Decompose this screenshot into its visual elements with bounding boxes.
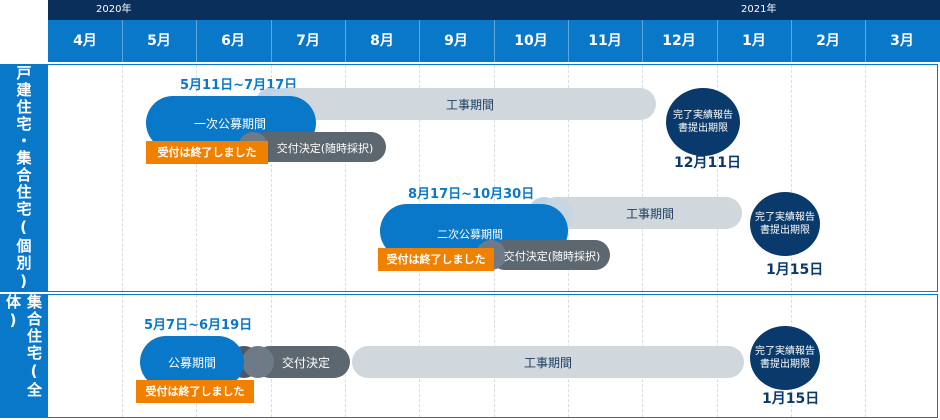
- month-may: 5月: [147, 33, 171, 49]
- decision-label: 交付決定: [281, 356, 330, 370]
- grid-line: [865, 295, 866, 417]
- deadline-title: 完了実績報告 書提出期限: [755, 345, 815, 371]
- month-aug: 8月: [370, 33, 394, 49]
- deadline-date: 12月11日: [674, 155, 741, 171]
- month-divider: [122, 20, 123, 62]
- month-divider: [271, 20, 272, 62]
- deadline-date: 1月15日: [762, 391, 820, 407]
- year-label-2020: 2020年: [96, 4, 132, 15]
- month-nov: 11月: [588, 33, 622, 49]
- month-dec: 12月: [662, 33, 696, 49]
- month-divider: [345, 20, 346, 62]
- month-apr: 4月: [73, 33, 97, 49]
- month-divider: [865, 20, 866, 62]
- month-divider: [791, 20, 792, 62]
- deadline-title: 完了実績報告 書提出期限: [755, 211, 815, 237]
- grid-line: [791, 65, 792, 291]
- month-feb: 2月: [816, 33, 840, 49]
- construction-label: 工事期間: [523, 356, 572, 370]
- month-jul: 7月: [296, 33, 320, 49]
- phase2-date-range: 8月17日~10月30日: [408, 187, 535, 202]
- month-divider: [196, 20, 197, 62]
- decision-label: 交付決定(随時採択): [503, 250, 601, 263]
- month-divider: [568, 20, 569, 62]
- grid-line: [122, 295, 123, 417]
- construction-label: 工事期間: [445, 98, 494, 112]
- grid-line: [865, 65, 866, 291]
- closed-badge: 受付は終了しました: [146, 141, 268, 164]
- decision-label: 交付決定(随時採択): [276, 142, 374, 155]
- deadline-title: 完了実績報告 書提出期限: [673, 109, 733, 135]
- month-divider: [717, 20, 718, 62]
- month-divider: [642, 20, 643, 62]
- month-divider: [419, 20, 420, 62]
- month-jan: 1月: [742, 33, 766, 49]
- deadline-circle: 完了実績報告 書提出期限: [666, 88, 740, 156]
- deadline-circle: 完了実績報告 書提出期限: [750, 192, 820, 256]
- row-label-individual: 戸建住宅・集合住宅(個別): [0, 64, 48, 292]
- row2-date-range: 5月7日~6月19日: [144, 318, 253, 333]
- row-label-whole: 集合住宅(全体): [0, 294, 48, 418]
- grid-line: [122, 65, 123, 291]
- deadline-date: 1月15日: [766, 262, 824, 278]
- deadline-circle: 完了実績報告 書提出期限: [750, 326, 820, 390]
- month-jun: 6月: [221, 33, 245, 49]
- application-period-label: 公募期間: [167, 356, 216, 370]
- month-oct: 10月: [514, 33, 548, 49]
- month-divider: [494, 20, 495, 62]
- closed-badge: 受付は終了しました: [378, 248, 494, 271]
- year-bar: [48, 0, 940, 20]
- month-sep: 9月: [444, 33, 468, 49]
- schedule-chart: 2020年 2021年 4月 5月 6月 7月 8月 9月 10月 11月 12…: [0, 0, 940, 420]
- construction-label: 工事期間: [625, 207, 674, 221]
- application-period-label: 一次公募期間: [193, 117, 266, 131]
- month-mar: 3月: [890, 33, 914, 49]
- closed-badge: 受付は終了しました: [136, 380, 254, 403]
- year-label-2021: 2021年: [741, 4, 777, 15]
